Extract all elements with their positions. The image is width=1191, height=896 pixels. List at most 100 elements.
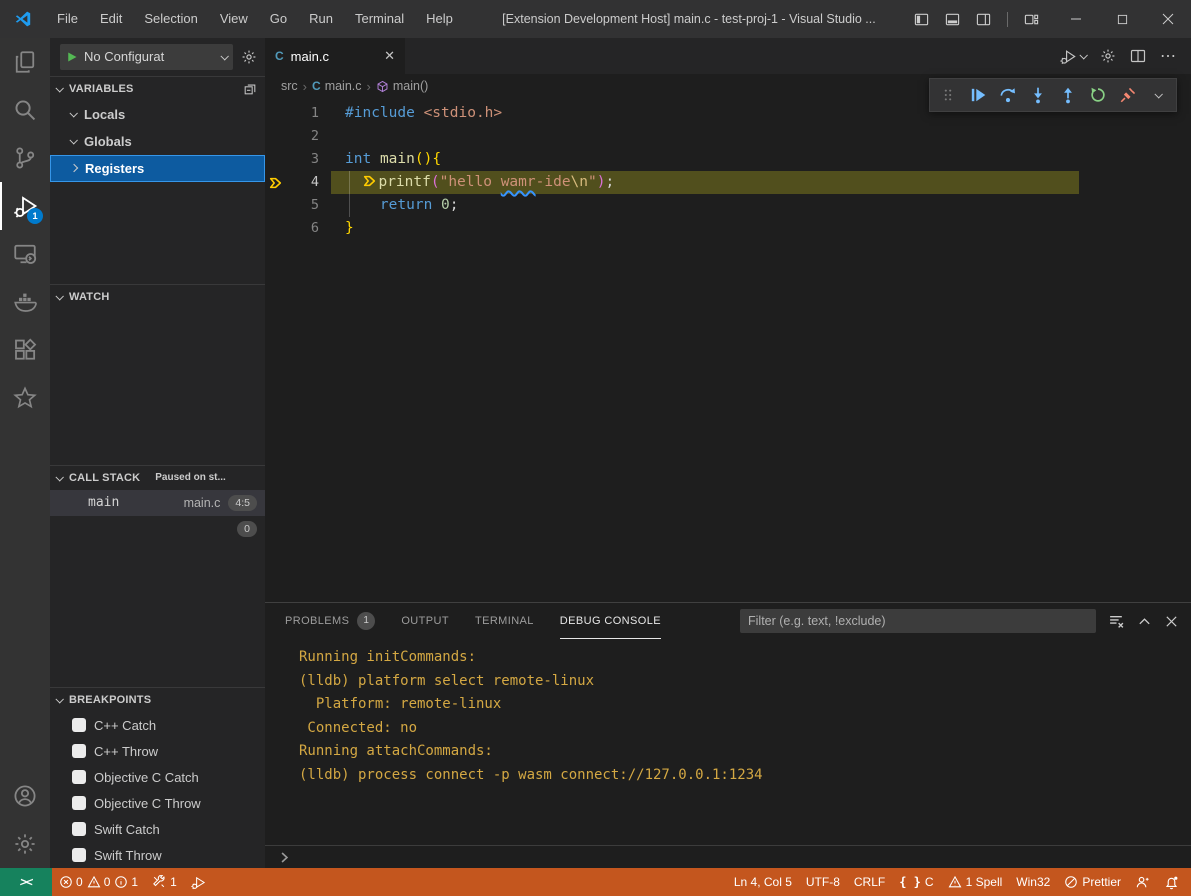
code-editor[interactable]: 1#include <stdio.h>23int main(){4 printf… <box>265 98 1191 602</box>
breakpoint-checkbox[interactable] <box>72 718 86 732</box>
continue-button[interactable] <box>964 81 992 109</box>
run-and-debug-icon[interactable]: 1 <box>0 182 50 230</box>
platform-status[interactable]: Win32 <box>1009 868 1057 896</box>
breakpoint-swift-catch[interactable]: Swift Catch <box>50 816 265 842</box>
breakpoint-checkbox[interactable] <box>72 822 86 836</box>
tab-main-c[interactable]: C main.c ✕ <box>265 38 405 74</box>
run-or-debug-button[interactable] <box>1060 48 1086 65</box>
variables-item-registers[interactable]: Registers <box>50 155 265 182</box>
cursor-position[interactable]: Ln 4, Col 5 <box>727 868 799 896</box>
code-line-content[interactable]: printf("hello wamr-ide\n"); <box>319 171 1191 194</box>
step-over-button[interactable] <box>994 81 1022 109</box>
debug-console-output[interactable]: Running initCommands:(lldb) platform sel… <box>265 639 1191 845</box>
menu-run[interactable]: Run <box>298 0 344 38</box>
clear-console-icon[interactable] <box>1108 613 1125 630</box>
settings-gear-icon[interactable] <box>0 820 50 868</box>
close-button[interactable] <box>1145 0 1191 38</box>
step-out-button[interactable] <box>1054 81 1082 109</box>
minimize-button[interactable] <box>1053 0 1099 38</box>
breakpoint-checkbox[interactable] <box>72 770 86 784</box>
code-line-content[interactable]: int main(){ <box>319 148 1191 171</box>
close-tab-icon[interactable]: ✕ <box>384 48 395 64</box>
language-mode[interactable]: { } C <box>892 868 940 896</box>
collapse-all-icon[interactable] <box>243 82 257 96</box>
debug-console-input[interactable] <box>265 845 1191 868</box>
editor-settings-gear-icon[interactable] <box>1100 48 1116 64</box>
panel-tab-problems[interactable]: PROBLEMS1 <box>285 603 375 639</box>
code-line-5[interactable]: 5 return 0; <box>265 194 1191 217</box>
search-icon[interactable] <box>0 86 50 134</box>
breadcrumb-folder[interactable]: src <box>281 79 298 93</box>
disconnect-button[interactable] <box>1114 81 1142 109</box>
step-into-button[interactable] <box>1024 81 1052 109</box>
thread-row[interactable]: 0 <box>50 516 265 542</box>
maximize-panel-icon[interactable] <box>1137 614 1152 629</box>
toolbar-drag-handle[interactable] <box>934 81 962 109</box>
notifications-bell-icon[interactable] <box>1157 868 1191 896</box>
tools-status[interactable]: 1 <box>145 868 184 896</box>
variables-section-header[interactable]: VARIABLES <box>50 76 265 101</box>
breakpoint-c-catch[interactable]: C++ Catch <box>50 712 265 738</box>
extensions-icon[interactable] <box>0 326 50 374</box>
breadcrumb-symbol[interactable]: main() <box>376 79 428 93</box>
explorer-icon[interactable] <box>0 38 50 86</box>
code-line-4[interactable]: 4 printf("hello wamr-ide\n"); <box>265 171 1191 194</box>
panel-tab-output[interactable]: OUTPUT <box>401 603 449 639</box>
star-extension-icon[interactable] <box>0 374 50 422</box>
launch-json-gear-icon[interactable] <box>241 49 257 65</box>
menu-go[interactable]: Go <box>259 0 298 38</box>
toggle-panel-icon[interactable] <box>945 12 960 27</box>
formatter-status[interactable]: Prettier <box>1057 868 1128 896</box>
problems-status[interactable]: 0 0 1 <box>52 868 145 896</box>
menu-view[interactable]: View <box>209 0 259 38</box>
menu-help[interactable]: Help <box>415 0 464 38</box>
split-editor-icon[interactable] <box>1130 48 1146 64</box>
breakpoint-swift-throw[interactable]: Swift Throw <box>50 842 265 868</box>
debug-console-filter-input[interactable] <box>740 609 1096 633</box>
more-debug-actions-icon[interactable] <box>1144 81 1172 109</box>
menu-edit[interactable]: Edit <box>89 0 133 38</box>
code-line-content[interactable]: return 0; <box>319 194 1191 217</box>
end-of-line[interactable]: CRLF <box>847 868 892 896</box>
customize-layout-icon[interactable] <box>1024 12 1039 27</box>
variables-item-locals[interactable]: Locals <box>50 101 265 128</box>
breakpoint-checkbox[interactable] <box>72 744 86 758</box>
watch-section-header[interactable]: WATCH <box>50 284 265 309</box>
remote-explorer-icon[interactable] <box>0 230 50 278</box>
breakpoints-section-header[interactable]: BREAKPOINTS <box>50 687 265 712</box>
code-line-content[interactable]: } <box>319 217 1191 240</box>
maximize-button[interactable] <box>1099 0 1145 38</box>
spell-checker-status[interactable]: 1 Spell <box>941 868 1010 896</box>
debug-current-line-arrow-icon[interactable] <box>265 171 285 194</box>
code-line-2[interactable]: 2 <box>265 125 1191 148</box>
breakpoint-objective-c-catch[interactable]: Objective C Catch <box>50 764 265 790</box>
debug-status-icon[interactable] <box>184 868 213 896</box>
debug-configuration-dropdown[interactable]: No Configurat <box>60 44 233 70</box>
panel-tab-debug-console[interactable]: DEBUG CONSOLE <box>560 603 661 639</box>
source-control-icon[interactable] <box>0 134 50 182</box>
menu-terminal[interactable]: Terminal <box>344 0 415 38</box>
toggle-sidebar-icon[interactable] <box>914 12 929 27</box>
breakpoint-c-throw[interactable]: C++ Throw <box>50 738 265 764</box>
accounts-icon[interactable] <box>0 772 50 820</box>
restart-button[interactable] <box>1084 81 1112 109</box>
code-line-3[interactable]: 3int main(){ <box>265 148 1191 171</box>
call-stack-section-header[interactable]: CALL STACK Paused on st... <box>50 465 265 490</box>
feedback-icon[interactable] <box>1128 868 1157 896</box>
variables-item-globals[interactable]: Globals <box>50 128 265 155</box>
breakpoint-objective-c-throw[interactable]: Objective C Throw <box>50 790 265 816</box>
code-line-6[interactable]: 6} <box>265 217 1191 240</box>
menu-selection[interactable]: Selection <box>133 0 208 38</box>
code-line-content[interactable] <box>319 125 1191 148</box>
remote-indicator[interactable]: >< <box>0 868 52 896</box>
encoding[interactable]: UTF-8 <box>799 868 847 896</box>
breakpoint-checkbox[interactable] <box>72 848 86 862</box>
breadcrumb-file[interactable]: C main.c <box>312 79 362 93</box>
breakpoint-checkbox[interactable] <box>72 796 86 810</box>
toggle-secondary-sidebar-icon[interactable] <box>976 12 991 27</box>
menu-file[interactable]: File <box>46 0 89 38</box>
more-actions-icon[interactable]: ⋯ <box>1160 46 1177 66</box>
stack-frame-row[interactable]: main main.c 4:5 <box>50 490 265 516</box>
close-panel-icon[interactable] <box>1164 614 1179 629</box>
panel-tab-terminal[interactable]: TERMINAL <box>475 603 534 639</box>
